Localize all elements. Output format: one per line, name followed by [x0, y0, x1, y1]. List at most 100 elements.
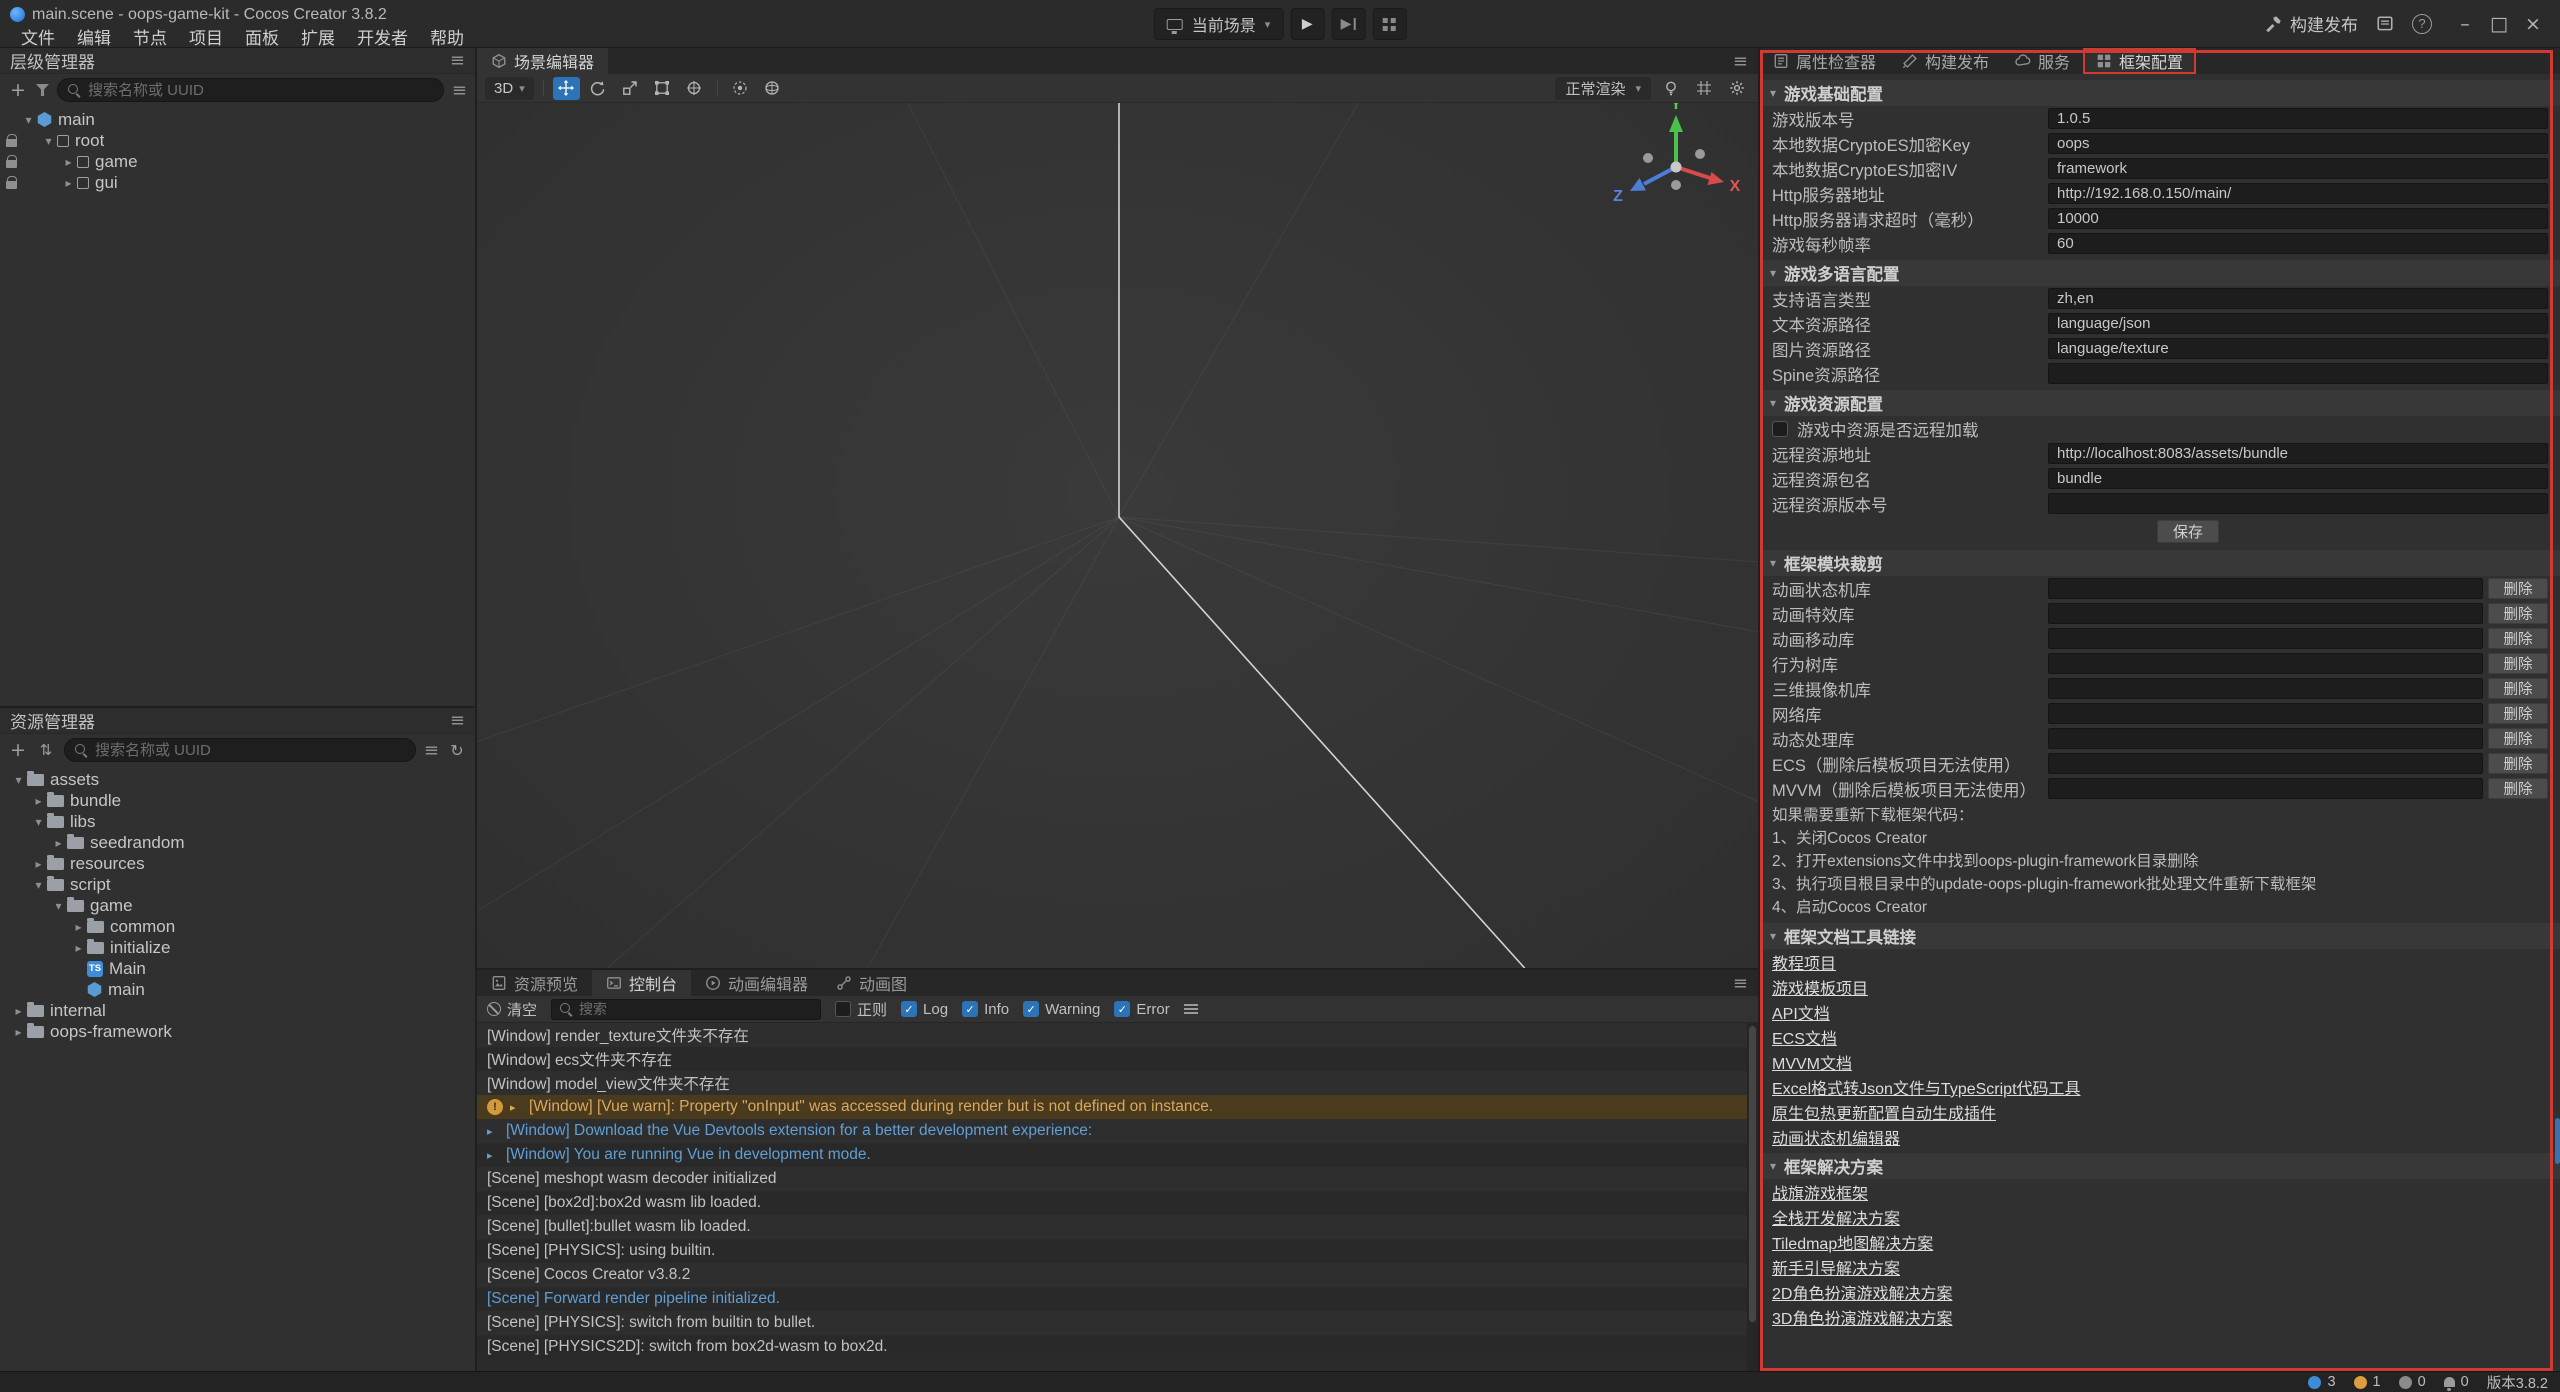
tree-row-internal[interactable]: ▸internal: [0, 1000, 475, 1021]
tree-row-resources[interactable]: ▸resources: [0, 853, 475, 874]
input-远程资源版本号[interactable]: [2048, 493, 2548, 514]
tree-row-game[interactable]: ▸game: [0, 151, 475, 172]
tree-arrow-icon[interactable]: ▸: [10, 1004, 27, 1018]
pivot-toggle-button[interactable]: [727, 77, 754, 100]
tree-arrow-icon[interactable]: ▾: [40, 134, 57, 148]
menu-item[interactable]: 面板: [234, 25, 290, 48]
rotate-tool-button[interactable]: [585, 77, 612, 100]
log-row[interactable]: [Scene] [PHYSICS2D]: switch from box2d-w…: [477, 1335, 1758, 1359]
tab-框架配置[interactable]: 框架配置: [2083, 48, 2196, 74]
refresh-assets-icon[interactable]: ↻: [447, 741, 467, 760]
delete-button[interactable]: 删除: [2488, 678, 2548, 699]
log-row[interactable]: [Scene] Cocos Creator v3.8.2: [477, 1263, 1758, 1287]
delete-button[interactable]: 删除: [2488, 703, 2548, 724]
status-warning-count[interactable]: 1: [2354, 1374, 2381, 1390]
regex-toggle[interactable]: 正则: [835, 999, 887, 1020]
menu-item[interactable]: 节点: [122, 25, 178, 48]
input-游戏每秒帧率[interactable]: [2048, 233, 2548, 254]
link-MVVM文档[interactable]: MVVM文档: [1772, 1050, 1852, 1074]
lock-icon[interactable]: [6, 160, 17, 168]
menu-item[interactable]: 开发者: [346, 25, 419, 48]
coordinate-space-button[interactable]: [759, 77, 786, 100]
status-info-count[interactable]: 3: [2308, 1374, 2335, 1390]
log-row[interactable]: !▸[Window] [Vue warn]: Property "onInput…: [477, 1095, 1758, 1119]
menu-item[interactable]: 编辑: [66, 25, 122, 48]
projection-3d-button[interactable]: 3D▾: [485, 77, 534, 100]
create-asset-button[interactable]: +: [8, 739, 28, 761]
tree-row-seedrandom[interactable]: ▸seedrandom: [0, 832, 475, 853]
tree-arrow-icon[interactable]: ▸: [60, 176, 77, 190]
preview-platform-select[interactable]: 当前场景 ▾: [1154, 8, 1284, 40]
link-Tiledmap地图解决方案[interactable]: Tiledmap地图解决方案: [1772, 1230, 1933, 1254]
view-mode-select[interactable]: 正常渲染▾: [1555, 77, 1651, 100]
menu-item[interactable]: 项目: [178, 25, 234, 48]
hierarchy-settings-icon[interactable]: ≡: [452, 80, 467, 101]
preview-options-button[interactable]: [1372, 8, 1406, 40]
tab-动画图[interactable]: 动画图: [822, 970, 921, 996]
assets-search-input[interactable]: [95, 742, 405, 759]
section-docs[interactable]: ▾框架文档工具链接: [1760, 923, 2560, 949]
console-search-input[interactable]: [579, 1001, 812, 1017]
menu-item[interactable]: 帮助: [419, 25, 475, 48]
input-Http服务器请求超时（毫秒）[interactable]: [2048, 208, 2548, 229]
log-row[interactable]: [Scene] [PHYSICS]: switch from builtin t…: [477, 1311, 1758, 1335]
input-本地数据CryptoES加密Key[interactable]: [2048, 133, 2548, 154]
scene-grid-button[interactable]: [1690, 77, 1717, 100]
tree-arrow-icon[interactable]: ▾: [30, 878, 47, 892]
log-row[interactable]: [Window] model_view文件夹不存在: [477, 1071, 1758, 1095]
tree-arrow-icon[interactable]: ▸: [60, 155, 77, 169]
tree-row-gui[interactable]: ▸gui: [0, 172, 475, 193]
tree-arrow-icon[interactable]: ▸: [10, 1025, 27, 1039]
hierarchy-search-input[interactable]: [88, 82, 433, 99]
tree-row-game[interactable]: ▾game: [0, 895, 475, 916]
minimize-button[interactable]: –: [2450, 9, 2480, 39]
tree-row-libs[interactable]: ▾libs: [0, 811, 475, 832]
inspector-scrollbar[interactable]: [2555, 1118, 2560, 1164]
input-游戏版本号[interactable]: [2048, 108, 2548, 129]
link-动画状态机编辑器[interactable]: 动画状态机编辑器: [1772, 1125, 1900, 1149]
tree-arrow-icon[interactable]: ▸: [70, 941, 87, 955]
log-row[interactable]: [Window] ecs文件夹不存在: [477, 1047, 1758, 1071]
tree-arrow-icon[interactable]: ▾: [30, 815, 47, 829]
link-ECS文档[interactable]: ECS文档: [1772, 1025, 1837, 1049]
step-button[interactable]: ▶: [1331, 8, 1365, 40]
status-notifications[interactable]: 0: [2444, 1374, 2469, 1390]
help-icon[interactable]: ?: [2412, 14, 2432, 34]
scene-panel-menu-icon[interactable]: ≡: [1733, 51, 1748, 72]
tree-arrow-icon[interactable]: ▾: [50, 899, 67, 913]
link-3D角色扮演游戏解决方案[interactable]: 3D角色扮演游戏解决方案: [1772, 1305, 1952, 1329]
input-文本资源路径[interactable]: [2048, 313, 2548, 334]
section-modules[interactable]: ▾框架模块裁剪: [1760, 550, 2560, 576]
delete-button[interactable]: 删除: [2488, 753, 2548, 774]
tree-arrow-icon[interactable]: ▸: [30, 794, 47, 808]
delete-button[interactable]: 删除: [2488, 778, 2548, 799]
input-Spine资源路径[interactable]: [2048, 363, 2548, 384]
filter-Warning[interactable]: ✓Warning: [1023, 1001, 1100, 1018]
assets-filter-icon[interactable]: ≡: [424, 740, 439, 761]
expand-arrow-icon[interactable]: ▸: [487, 1125, 499, 1138]
log-row[interactable]: ▸[Window] Download the Vue Devtools exte…: [477, 1119, 1758, 1143]
close-button[interactable]: ×: [2518, 9, 2548, 39]
menu-item[interactable]: 文件: [10, 25, 66, 48]
tree-row-main[interactable]: ▾main: [0, 109, 475, 130]
tree-row-Main[interactable]: TSMain: [0, 958, 475, 979]
clear-console-button[interactable]: 清空: [487, 999, 537, 1020]
expand-arrow-icon[interactable]: ▸: [510, 1101, 522, 1114]
assets-menu-icon[interactable]: ≡: [450, 710, 465, 731]
delete-button[interactable]: 删除: [2488, 628, 2548, 649]
tab-属性检查器[interactable]: 属性检查器: [1760, 48, 1889, 74]
filter-Info[interactable]: ✓Info: [962, 1001, 1009, 1018]
input-Http服务器地址[interactable]: [2048, 183, 2548, 204]
link-游戏模板项目[interactable]: 游戏模板项目: [1772, 975, 1868, 999]
link-战旗游戏框架[interactable]: 战旗游戏框架: [1772, 1180, 1868, 1204]
save-button[interactable]: 保存: [2157, 520, 2219, 543]
create-node-button[interactable]: +: [8, 79, 28, 101]
hierarchy-menu-icon[interactable]: ≡: [450, 50, 465, 71]
input-远程资源包名[interactable]: [2048, 468, 2548, 489]
filter-Error[interactable]: ✓Error: [1114, 1001, 1169, 1018]
delete-button[interactable]: 删除: [2488, 728, 2548, 749]
tree-arrow-icon[interactable]: ▸: [70, 920, 87, 934]
console-menu-icon[interactable]: ≡: [1733, 973, 1748, 994]
tree-row-assets[interactable]: ▾assets: [0, 769, 475, 790]
filter-Log[interactable]: ✓Log: [901, 1001, 948, 1018]
